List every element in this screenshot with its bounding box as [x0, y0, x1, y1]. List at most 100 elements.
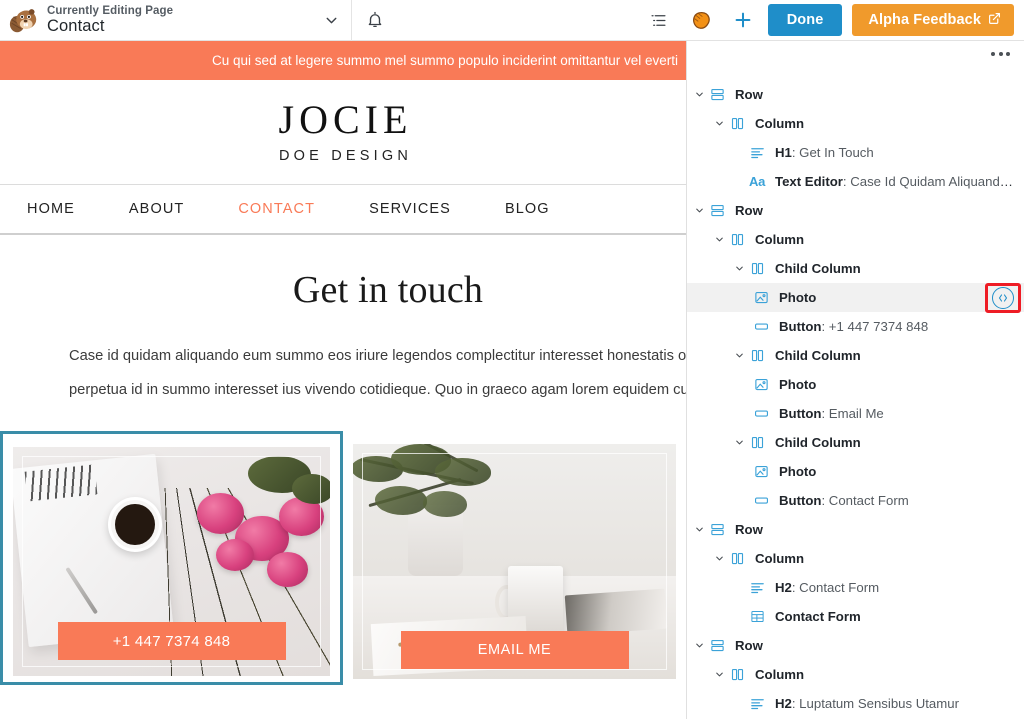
layer-row-h2[interactable]: H2: Contact Form: [687, 573, 1024, 602]
photo-card-phone[interactable]: +1 447 7374 848: [0, 431, 343, 685]
layer-label: Photo: [779, 464, 817, 479]
layer-label: Column: [755, 667, 805, 682]
layer-row-column[interactable]: Column: [687, 225, 1024, 254]
layer-row-child-column[interactable]: Child Column: [687, 428, 1024, 457]
chevron-down-icon[interactable]: [693, 640, 706, 651]
layer-row-column[interactable]: Column: [687, 544, 1024, 573]
photo-icon: [750, 290, 772, 305]
photo-plant-mug[interactable]: EMAIL ME: [353, 444, 676, 679]
page-meta: Currently Editing Page Contact: [47, 5, 311, 35]
layer-row-row[interactable]: Row: [687, 80, 1024, 109]
layer-label: Text Editor: Case Id Quidam Aliquando Eu…: [775, 174, 1016, 189]
code-brackets-icon[interactable]: [992, 286, 1014, 309]
row-icon: [706, 638, 728, 653]
layer-row-h1[interactable]: H1: Get In Touch: [687, 138, 1024, 167]
external-link-icon: [988, 12, 1001, 29]
heading-icon: [746, 580, 768, 595]
nav-item-blog[interactable]: BLOG: [478, 201, 577, 217]
card-cta-button[interactable]: +1 447 7374 848: [57, 622, 286, 660]
site-logo-secondary: DOE DESIGN: [278, 148, 413, 164]
column-icon: [726, 551, 748, 566]
column-icon: [746, 261, 768, 276]
beaver-tail-icon[interactable]: [680, 0, 722, 41]
layer-row-column[interactable]: Column: [687, 109, 1024, 138]
notice-bar: Cu qui sed at legere summo mel summo pop…: [0, 41, 686, 80]
photo-card-email[interactable]: EMAIL ME: [343, 431, 686, 685]
layer-label: Photo: [779, 377, 817, 392]
content-paragraph-line-1: Case id quidam aliquando eum summo eos i…: [69, 348, 686, 364]
page-preview-canvas[interactable]: Cu qui sed at legere summo mel summo pop…: [0, 41, 686, 719]
chevron-down-icon[interactable]: [733, 437, 746, 448]
layer-row-row[interactable]: Row: [687, 631, 1024, 660]
layer-row-contact-form[interactable]: Contact Form: [687, 602, 1024, 631]
chevron-down-icon[interactable]: [693, 205, 706, 216]
outline-panel-header: [687, 41, 1024, 78]
nav-item-about[interactable]: ABOUT: [102, 201, 211, 217]
chevron-down-icon[interactable]: [733, 263, 746, 274]
toolbar-actions: Done Alpha Feedback: [638, 0, 1024, 41]
layer-label: Contact Form: [775, 609, 861, 624]
layer-row-button[interactable]: Button: +1 447 7374 848: [687, 312, 1024, 341]
form-icon: [746, 609, 768, 624]
photo-desk-roses[interactable]: +1 447 7374 848: [13, 447, 330, 676]
chevron-down-icon[interactable]: [713, 669, 726, 680]
site-header: JOCIE DOE DESIGN: [0, 80, 686, 185]
layer-label: Child Column: [775, 435, 861, 450]
layer-row-child-column[interactable]: Child Column: [687, 341, 1024, 370]
outline-list-icon[interactable]: [638, 0, 680, 41]
site-navigation: HOME ABOUT CONTACT SERVICES BLOG: [0, 185, 686, 235]
nav-item-contact[interactable]: CONTACT: [211, 201, 342, 217]
layer-label: Button: +1 447 7374 848: [779, 319, 929, 334]
layer-row-text-editor[interactable]: Aa Text Editor: Case Id Quidam Aliquando …: [687, 167, 1024, 196]
chevron-down-icon[interactable]: [311, 0, 351, 41]
bell-icon[interactable]: [352, 0, 398, 41]
layer-label: Button: Email Me: [779, 406, 884, 421]
chevron-down-icon[interactable]: [693, 89, 706, 100]
alpha-feedback-button[interactable]: Alpha Feedback: [852, 4, 1014, 36]
layer-row-column[interactable]: Column: [687, 660, 1024, 689]
layer-label: Photo: [779, 290, 817, 305]
layer-label: Column: [755, 551, 805, 566]
ellipsis-icon[interactable]: [991, 52, 1010, 56]
plus-icon[interactable]: [722, 0, 764, 41]
card-cta-button[interactable]: EMAIL ME: [400, 631, 629, 669]
layer-row-photo[interactable]: Photo: [687, 282, 1024, 313]
content-paragraph-line-2: perpetua id in summo interesset ius vive…: [69, 382, 686, 398]
page-title: Contact: [47, 16, 105, 35]
row-icon: [706, 87, 728, 102]
layer-label: Child Column: [775, 348, 861, 363]
text-editor-icon: Aa: [748, 174, 766, 189]
editor-toolbar: Currently Editing Page Contact Done Alph…: [0, 0, 1024, 41]
layer-row-h2[interactable]: H2: Luptatum Sensibus Utamur: [687, 689, 1024, 718]
layer-row-photo[interactable]: Photo: [687, 457, 1024, 486]
heading-icon: [746, 696, 768, 711]
layer-label: H2: Contact Form: [775, 580, 880, 595]
layer-row-row[interactable]: Row: [687, 196, 1024, 225]
layer-row-child-column[interactable]: Child Column: [687, 254, 1024, 283]
layer-label: Row: [735, 522, 763, 537]
chevron-down-icon[interactable]: [713, 118, 726, 129]
layer-label: Row: [735, 638, 763, 653]
nav-item-home[interactable]: HOME: [0, 201, 102, 217]
card-grid: +1 447 7374 848 EMAIL ME: [0, 431, 686, 685]
page-identity[interactable]: Currently Editing Page Contact: [0, 0, 352, 41]
layer-label: Row: [735, 203, 763, 218]
chevron-down-icon[interactable]: [713, 553, 726, 564]
photo-icon: [750, 377, 772, 392]
nav-item-services[interactable]: SERVICES: [342, 201, 478, 217]
beaver-builder-editor: Currently Editing Page Contact Done Alph…: [0, 0, 1024, 719]
done-button[interactable]: Done: [767, 4, 843, 36]
layer-list: Row Column H1: Get In Touch Aa Text Editor…: [687, 78, 1024, 718]
chevron-down-icon[interactable]: [733, 350, 746, 361]
chevron-down-icon[interactable]: [713, 234, 726, 245]
chevron-down-icon[interactable]: [693, 524, 706, 535]
layer-row-button[interactable]: Button: Email Me: [687, 399, 1024, 428]
layer-label: Column: [755, 232, 805, 247]
layer-row-row[interactable]: Row: [687, 515, 1024, 544]
layer-label: H2: Luptatum Sensibus Utamur: [775, 696, 959, 711]
alpha-feedback-label: Alpha Feedback: [868, 12, 981, 28]
layer-row-button[interactable]: Button: Contact Form: [687, 486, 1024, 515]
layer-row-photo[interactable]: Photo: [687, 370, 1024, 399]
column-icon: [746, 435, 768, 450]
button-icon: [750, 406, 772, 421]
